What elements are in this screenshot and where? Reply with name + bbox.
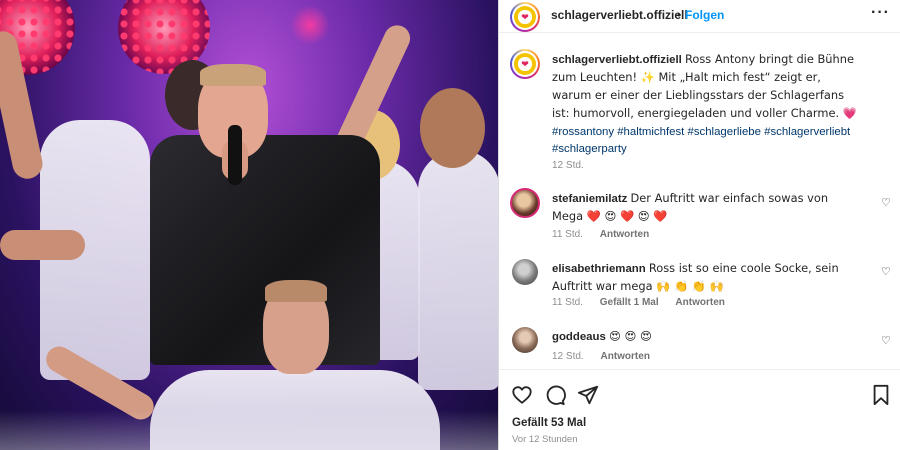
comment-avatar[interactable] (512, 327, 538, 353)
reply-button[interactable]: Antworten (600, 351, 649, 362)
caption-avatar[interactable]: ❤ (510, 49, 540, 79)
caption-meta: 12 Std. (552, 160, 598, 171)
author-avatar[interactable]: ❤ (510, 2, 540, 32)
caption-time: 12 Std. (552, 160, 584, 171)
reply-button[interactable]: Antworten (675, 297, 724, 308)
post-timestamp: Vor 12 Stunden (512, 434, 578, 445)
comment-body: stefaniemilatz Der Auftritt war einfach … (552, 190, 862, 226)
comment-username[interactable]: stefaniemilatz (552, 193, 627, 205)
comment-text: 😍 😍 😍 (608, 329, 652, 343)
microphone (228, 125, 242, 185)
post-media-image[interactable] (0, 0, 498, 450)
author-username[interactable]: schlagerverliebt.offiziell (551, 8, 688, 22)
heart-logo-icon: ❤ (518, 10, 532, 24)
bookmark-icon[interactable] (871, 384, 891, 411)
comment-body: goddeaus 😍 😍 😍 (552, 328, 862, 346)
caption-username[interactable]: schlagerverliebt.offiziell (552, 54, 682, 66)
comment-like-icon[interactable]: ♡ (881, 334, 891, 347)
post-header: ❤ schlagerverliebt.offiziell • Folgen ··… (499, 0, 900, 33)
dancer-right-2 (418, 150, 498, 390)
follow-button[interactable]: Folgen (685, 8, 724, 22)
comment-time: 11 Std. (552, 297, 583, 308)
dancer-foreground-hair (265, 280, 327, 302)
dancer-left-lower-arm (0, 230, 85, 260)
comment-icon[interactable] (544, 384, 566, 411)
comment-like-icon[interactable]: ♡ (881, 196, 891, 209)
post-caption: schlagerverliebt.offiziell Ross Antony b… (552, 51, 862, 123)
post-actions-bar: Gefällt 53 Mal Vor 12 Stunden (499, 369, 900, 450)
comment-avatar[interactable] (510, 188, 540, 218)
comment-likes-count[interactable]: Gefällt 1 Mal (600, 297, 659, 308)
comment-time: 12 Std. (552, 351, 584, 362)
reply-button[interactable]: Antworten (600, 229, 649, 240)
dancer-right-2-head (420, 88, 485, 168)
comment-like-icon[interactable]: ♡ (881, 265, 891, 278)
stage-light-bokeh (290, 5, 330, 45)
comment-time: 11 Std. (552, 229, 583, 240)
singer-hair (200, 64, 266, 86)
more-horizontal-icon[interactable]: ··· (871, 4, 890, 22)
post-hashtags[interactable]: #rossantony #haltmichfest #schlagerliebe… (552, 124, 872, 158)
comment-meta: 12 Std. Antworten (552, 351, 664, 362)
post-detail-panel: ❤ schlagerverliebt.offiziell • Folgen ··… (498, 0, 900, 450)
comment-username[interactable]: goddeaus (552, 331, 606, 343)
comment-meta: 11 Std. Antworten (552, 229, 663, 240)
stage-floor-glow (0, 410, 498, 450)
heart-outline-icon[interactable] (511, 384, 533, 411)
likes-count[interactable]: Gefällt 53 Mal (512, 417, 586, 429)
send-icon[interactable] (577, 384, 599, 411)
comment-meta: 11 Std. Gefällt 1 Mal Antworten (552, 297, 739, 308)
heart-logo-icon: ❤ (518, 57, 532, 71)
comment-body: elisabethriemann Ross ist so eine coole … (552, 260, 862, 296)
comment-username[interactable]: elisabethriemann (552, 263, 646, 275)
header-separator: • (677, 8, 682, 22)
comment-avatar[interactable] (512, 259, 538, 285)
